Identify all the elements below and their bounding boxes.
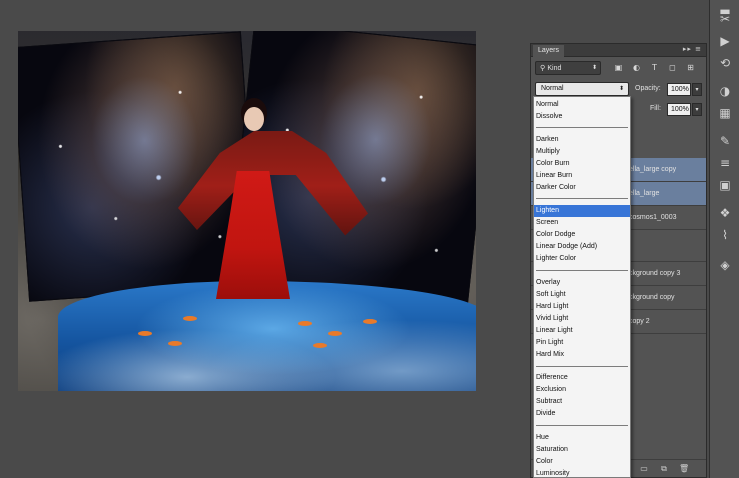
menu-divider <box>536 198 628 199</box>
blend-mode-menu: Normal Dissolve Darken Multiply Color Bu… <box>533 96 631 478</box>
koi-fish <box>183 316 197 321</box>
history-icon[interactable]: ⟲ <box>718 56 732 70</box>
menu-item-color-burn[interactable]: Color Burn <box>534 158 630 170</box>
opacity-dropdown-icon[interactable]: ▾ <box>692 83 702 96</box>
menu-item-subtract[interactable]: Subtract <box>534 396 630 408</box>
menu-item-dissolve[interactable]: Dissolve <box>534 111 630 123</box>
smart-object-filter-icon[interactable]: ⊞ <box>685 62 696 73</box>
blend-mode-select[interactable]: Normal ⬍ <box>535 82 629 96</box>
koi-fish <box>363 319 377 324</box>
menu-item-vivid-light[interactable]: Vivid Light <box>534 313 630 325</box>
blend-mode-value: Normal <box>541 85 564 92</box>
pixel-filter-icon[interactable]: ▣ <box>613 62 624 73</box>
fill-dropdown-icon[interactable]: ▾ <box>692 103 702 116</box>
shape-filter-icon[interactable]: ◻ <box>667 62 678 73</box>
swatch-icon[interactable]: ▦ <box>718 106 732 120</box>
layer-name: ckground copy <box>629 294 675 301</box>
menu-item-hard-mix[interactable]: Hard Mix <box>534 349 630 361</box>
workspace: Layers ▸▸ ≡ ⚲ Kind ⬍ ▣ ◐ T ◻ ⊞ Normal ⬍ … <box>0 0 709 478</box>
menu-divider <box>536 425 628 426</box>
panel-menu-icon[interactable]: ▸▸ ≡ <box>683 45 702 53</box>
koi-fish <box>168 341 182 346</box>
menu-divider <box>536 366 628 367</box>
menu-item-linear-burn[interactable]: Linear Burn <box>534 170 630 182</box>
menu-item-exclusion[interactable]: Exclusion <box>534 384 630 396</box>
path-icon[interactable]: ⌇ <box>718 228 732 242</box>
color-icon[interactable]: ◑ <box>718 84 732 98</box>
menu-item-saturation[interactable]: Saturation <box>534 444 630 456</box>
scissors-icon[interactable]: ✂ <box>718 12 732 26</box>
menu-item-hard-light[interactable]: Hard Light <box>534 301 630 313</box>
trash-icon[interactable]: 🗑 <box>679 464 689 474</box>
menu-divider <box>536 127 628 128</box>
tab-layers[interactable]: Layers <box>533 45 565 57</box>
koi-fish <box>298 321 312 326</box>
fill-label: Fill: <box>650 105 661 112</box>
menu-item-soft-light[interactable]: Soft Light <box>534 289 630 301</box>
menu-item-lighter-color[interactable]: Lighter Color <box>534 253 630 265</box>
menu-divider <box>536 270 628 271</box>
kind-filter-select[interactable]: ⚲ Kind ⬍ <box>535 61 601 75</box>
panel-header: Layers ▸▸ ≡ <box>531 44 706 57</box>
layer-name: ella_large <box>629 190 660 197</box>
document-canvas[interactable] <box>18 31 476 391</box>
figure-head <box>244 107 264 131</box>
menu-item-luminosity[interactable]: Luminosity <box>534 468 630 478</box>
styles-icon[interactable]: ▣ <box>718 178 732 192</box>
type-filter-icon[interactable]: T <box>649 62 660 73</box>
play-icon[interactable]: ▶ <box>718 34 732 48</box>
folder-icon[interactable]: ▭ <box>639 464 649 474</box>
chevron-updown-icon: ⬍ <box>618 85 624 92</box>
menu-item-linear-light[interactable]: Linear Light <box>534 325 630 337</box>
chevron-updown-icon: ⬍ <box>591 64 597 71</box>
menu-item-screen[interactable]: Screen <box>534 217 630 229</box>
new-layer-icon[interactable]: ⧉ <box>659 464 669 474</box>
menu-item-difference[interactable]: Difference <box>534 372 630 384</box>
right-tool-strip: ▬ ✂ ▶ ⟲ ◑ ▦ ✎ ≡ ▣ ❖ ⌇ ◈ <box>709 0 739 478</box>
brush-icon[interactable]: ✎ <box>718 134 732 148</box>
opacity-label: Opacity: <box>635 85 661 92</box>
filter-row: ⚲ Kind ⬍ ▣ ◐ T ◻ ⊞ <box>535 61 705 75</box>
layers-icon[interactable]: ◈ <box>718 258 732 272</box>
menu-item-multiply[interactable]: Multiply <box>534 146 630 158</box>
layer-name: cosmos1_0003 <box>629 214 677 221</box>
channels-icon[interactable]: ❖ <box>718 206 732 220</box>
koi-fish <box>138 331 152 336</box>
fill-input[interactable]: 100% <box>667 103 691 116</box>
koi-fish <box>313 343 327 348</box>
opacity-input[interactable]: 100% <box>667 83 691 96</box>
adjustment-filter-icon[interactable]: ◐ <box>631 62 642 73</box>
layer-name: copy 2 <box>629 318 650 325</box>
menu-item-color[interactable]: Color <box>534 456 630 468</box>
menu-item-pin-light[interactable]: Pin Light <box>534 337 630 349</box>
menu-item-normal[interactable]: Normal <box>534 99 630 111</box>
menu-item-lighten[interactable]: Lighten <box>534 205 630 217</box>
menu-item-overlay[interactable]: Overlay <box>534 277 630 289</box>
menu-item-hue[interactable]: Hue <box>534 432 630 444</box>
menu-item-darken[interactable]: Darken <box>534 134 630 146</box>
layer-name: ckground copy 3 <box>629 270 681 277</box>
menu-item-linear-dodge[interactable]: Linear Dodge (Add) <box>534 241 630 253</box>
adjust-icon[interactable]: ≡ <box>718 156 732 170</box>
kind-filter-label: Kind <box>547 65 562 72</box>
menu-item-darker-color[interactable]: Darker Color <box>534 182 630 194</box>
layer-name: ella_large copy <box>629 166 677 173</box>
menu-item-divide[interactable]: Divide <box>534 408 630 420</box>
koi-fish <box>328 331 342 336</box>
menu-item-color-dodge[interactable]: Color Dodge <box>534 229 630 241</box>
